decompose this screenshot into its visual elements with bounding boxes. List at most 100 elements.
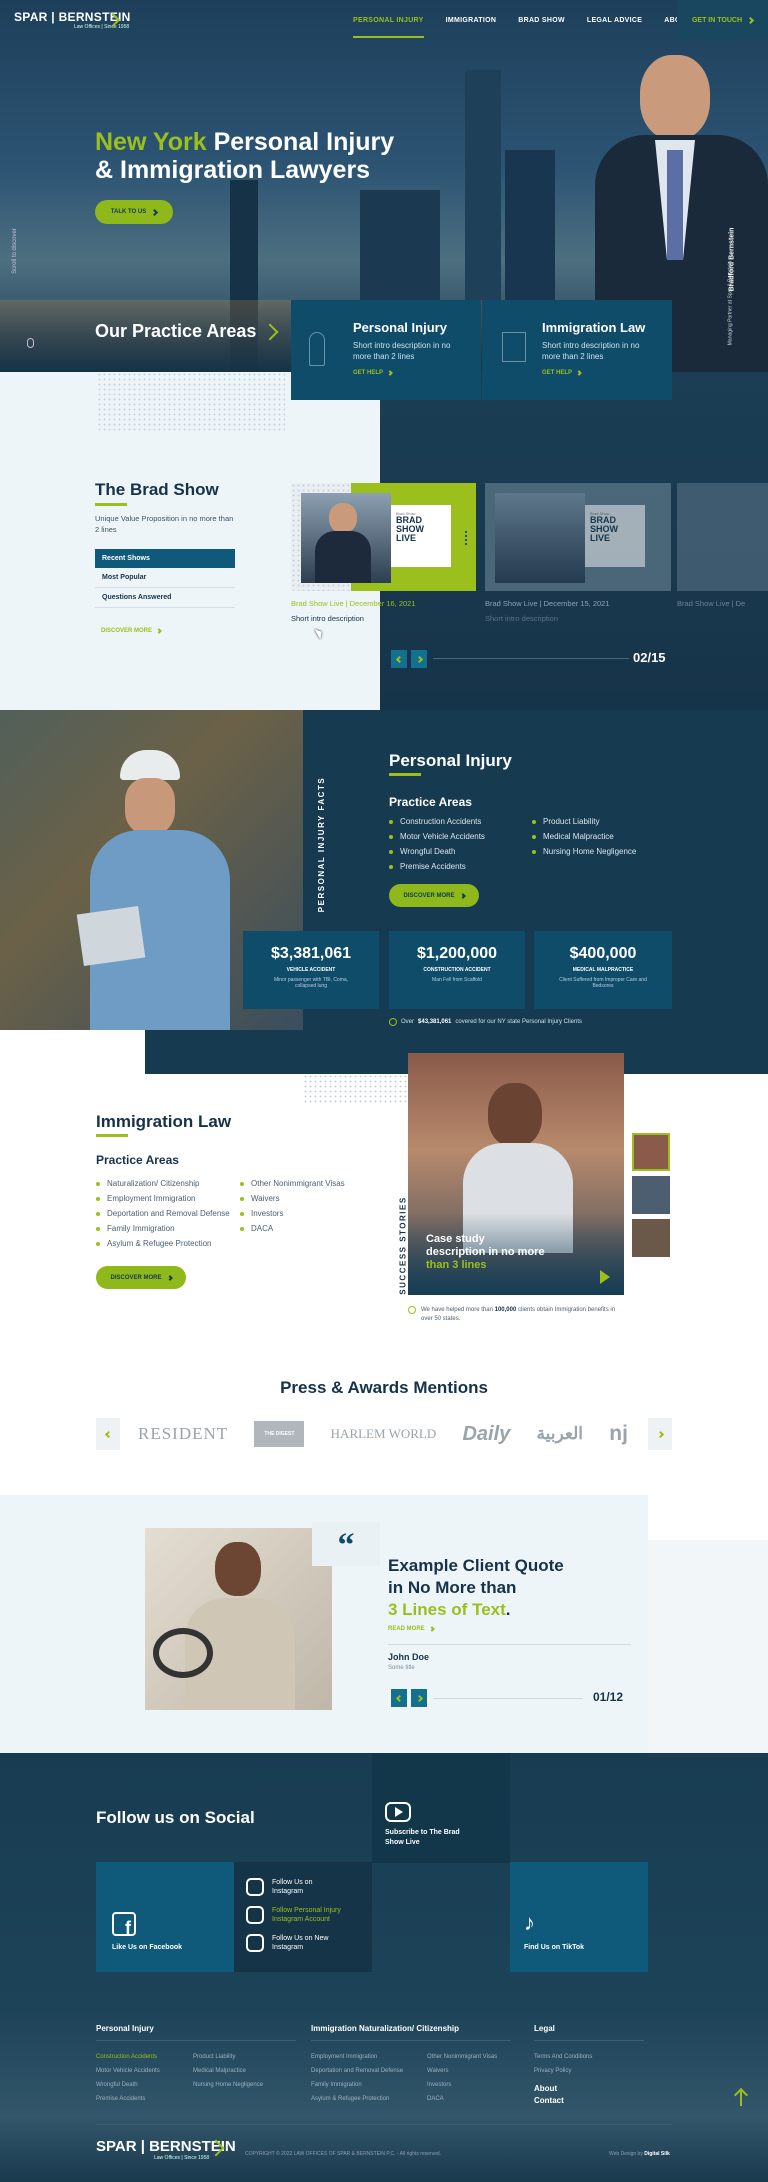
mouse-icon — [27, 338, 34, 348]
tab-most-popular[interactable]: Most Popular — [95, 568, 235, 588]
footer-links-2a: Employment Immigration Deportation and Re… — [311, 2054, 404, 2102]
practice-card-immigration[interactable]: Immigration Law Short intro description … — [482, 300, 672, 400]
video-desc-1: Short intro description — [291, 614, 364, 623]
get-help-link[interactable]: GET HELP — [353, 370, 393, 376]
chevron-left-icon — [104, 1430, 112, 1438]
dot-pattern — [303, 1074, 411, 1104]
story-thumb-2[interactable] — [632, 1176, 670, 1214]
chevron-left-icon — [395, 655, 403, 663]
press-next-button[interactable] — [648, 1418, 672, 1450]
footer-links-1b: Product Liability Medical Malpractice Nurs… — [193, 2054, 264, 2088]
quote-prev-button[interactable] — [391, 1689, 407, 1707]
pi-list-left: Construction Accidents Motor Vehicle Acci… — [389, 817, 485, 877]
quote-next-button[interactable] — [411, 1689, 427, 1707]
footer-col-1: Personal Injury — [96, 2024, 296, 2041]
chevron-right-icon — [261, 323, 279, 340]
copyright: COPYRIGHT © 2022 LAW OFFICES OF SPAR & B… — [245, 2151, 442, 2157]
video-title-2[interactable]: Brad Show Live | December 15, 2021 — [485, 599, 610, 608]
press-logo-digest: THE DIGEST — [254, 1421, 305, 1447]
imm-discover-button[interactable]: DISCOVER MORE — [96, 1266, 186, 1289]
tab-questions-answered[interactable]: Questions Answered — [95, 588, 235, 608]
footer-logo-chevron-icon — [207, 2139, 225, 2159]
stat-card-2: $1,200,000 CONSTRUCTION ACCIDENT Man Fel… — [389, 931, 525, 1009]
imm-subtitle: Practice Areas — [96, 1153, 179, 1167]
story-thumb-3[interactable] — [632, 1219, 670, 1257]
pi-list-right: Product Liability Medical Malpractice Nurs… — [532, 817, 636, 862]
discover-more-link[interactable]: DISCOVER MORE — [101, 628, 162, 634]
footer-links-2b: Other Nonimmigrant Visas Waivers Investors… — [427, 2054, 498, 2102]
pi-discover-button[interactable]: DISCOVER MORE — [389, 884, 479, 907]
chevron-right-icon — [166, 1274, 173, 1281]
pi-subtitle: Practice Areas — [389, 795, 472, 809]
credit[interactable]: Web Design by Digital Silk — [609, 2151, 670, 2157]
success-stories-label: SUCCESS STORIES — [398, 1196, 408, 1295]
practice-card-personal-injury[interactable]: Personal Injury Short intro description … — [291, 300, 481, 400]
video-card-2[interactable]: Brad Show BRAD SHOW LIVE — [485, 483, 671, 591]
get-help-link[interactable]: GET HELP — [542, 370, 582, 376]
footer-about-link[interactable]: About — [534, 2084, 557, 2093]
info-icon — [389, 1018, 397, 1026]
video-desc-2: Short intro description — [485, 614, 558, 623]
chevron-right-icon — [428, 1626, 435, 1632]
instagram-link-1[interactable]: Follow Us on Instagram — [246, 1878, 342, 1896]
info-icon — [408, 1306, 416, 1314]
youtube-card[interactable]: Subscribe to The Brad Show Live — [372, 1753, 510, 1863]
brad-tabs: Recent Shows Most Popular Questions Answ… — [95, 549, 235, 608]
facebook-icon: f — [112, 1912, 136, 1936]
press-prev-button[interactable] — [96, 1418, 120, 1450]
talk-to-us-button[interactable]: TALK TO US — [95, 200, 173, 224]
prev-arrow-button[interactable] — [391, 650, 407, 668]
chevron-right-icon — [656, 1430, 664, 1438]
attorney-photo — [640, 55, 710, 140]
press-logo-nj: nj — [609, 1422, 628, 1445]
slide-counter: 02/15 — [633, 650, 666, 665]
chevron-right-icon — [387, 370, 393, 376]
read-more-link[interactable]: READ MORE — [388, 1626, 435, 1632]
quote-text: Example Client Quote in No More than 3 Lin… — [388, 1556, 564, 1619]
video-progress-dots — [465, 531, 468, 545]
tab-recent-shows[interactable]: Recent Shows — [95, 549, 235, 568]
tiktok-card[interactable]: ♪ Find Us on TikTok — [510, 1862, 648, 1972]
facebook-card[interactable]: f Like Us on Facebook — [96, 1862, 234, 1972]
video-card-1[interactable]: Brad Show BRAD SHOW LIVE — [291, 483, 476, 591]
passport-icon — [502, 332, 526, 362]
press-logo-harlem-world: HARLEM WORLD — [330, 1426, 437, 1441]
brad-show-live-badge: Brad Show BRAD SHOW LIVE — [391, 505, 451, 567]
quote-counter: 01/12 — [593, 1690, 624, 1704]
imm-note: We have helped more than 100,000 clients… — [408, 1306, 618, 1324]
nav-immigration[interactable]: IMMIGRATION — [446, 17, 497, 24]
chevron-left-icon — [395, 1694, 403, 1702]
dot-pattern — [97, 372, 285, 432]
nav-brad-show[interactable]: BRAD SHOW — [518, 17, 565, 24]
chevron-right-icon — [415, 655, 423, 663]
case-study-card[interactable]: Case study description in no more than 3… — [408, 1053, 624, 1295]
chevron-right-icon — [576, 370, 582, 376]
footer-links-3: Terms And Conditions Privacy Policy — [534, 2054, 593, 2074]
play-icon[interactable] — [600, 1270, 610, 1284]
pi-title: Personal Injury — [389, 751, 512, 770]
instagram-icon — [246, 1934, 264, 1952]
client-name: John Doe — [388, 1652, 430, 1662]
press-logo-daily: Daily — [462, 1422, 511, 1445]
get-in-touch-button[interactable]: GET IN TOUCH — [677, 0, 768, 40]
video-title-1[interactable]: Brad Show Live | December 16, 2021 — [291, 599, 416, 608]
social-title: Follow us on Social — [96, 1808, 255, 1827]
footer-col-2: Immigration Naturalization/ Citizenship — [311, 2024, 511, 2041]
pi-vertical-label: PERSONAL INJURY FACTS — [317, 776, 327, 913]
stat-card-1: $3,381,061 VEHICLE ACCIDENT Minor passen… — [243, 931, 379, 1009]
chevron-right-icon — [746, 16, 755, 24]
imm-list-left: Naturalization/ Citizenship Employment Im… — [96, 1179, 230, 1254]
nav-legal-advice[interactable]: LEGAL ADVICE — [587, 17, 642, 24]
instagram-link-3[interactable]: Follow Us on New Instagram — [246, 1934, 342, 1952]
video-card-3[interactable] — [677, 483, 768, 591]
instagram-link-2[interactable]: Follow Personal Injury Instagram Account — [246, 1906, 352, 1924]
story-thumb-1[interactable] — [632, 1133, 670, 1171]
press-logo-resident: RESIDENT — [138, 1424, 229, 1443]
next-arrow-button[interactable] — [411, 650, 427, 668]
construction-worker-icon — [309, 332, 325, 366]
top-nav: SPAR | BERNSTEIN Law Offices | Since 195… — [0, 0, 768, 40]
video-title-3[interactable]: Brad Show Live | De — [677, 599, 768, 608]
brad-show-subtitle: Unique Value Proposition in no more than… — [95, 514, 234, 534]
footer-contact-link[interactable]: Contact — [534, 2096, 564, 2105]
nav-personal-injury[interactable]: PERSONAL INJURY — [353, 3, 424, 38]
